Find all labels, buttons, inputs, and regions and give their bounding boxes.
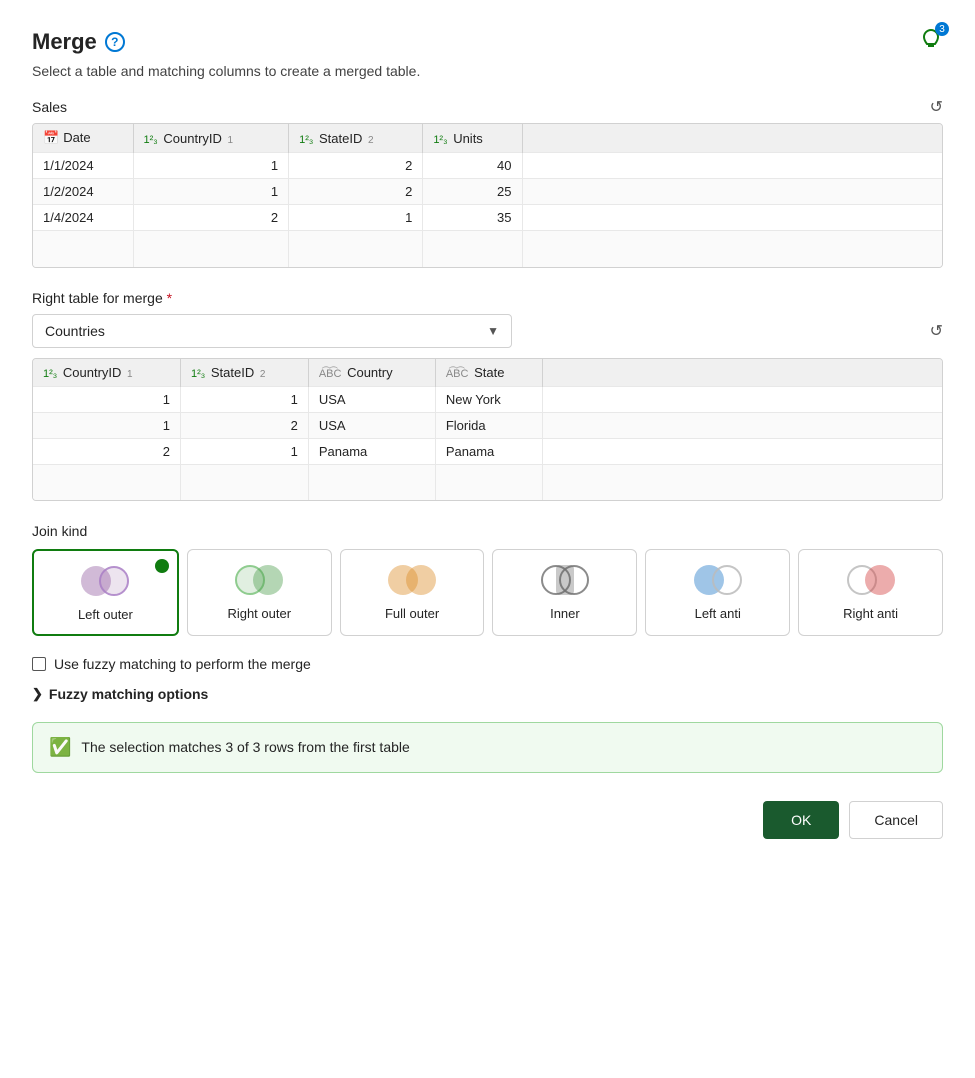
join-label-full-outer: Full outer [385,606,439,623]
join-label-right-outer: Right outer [227,606,291,623]
join-label-left-anti: Left anti [695,606,741,623]
ok-button[interactable]: OK [763,801,839,839]
countries-col-state[interactable]: A͡B͡C State [435,359,542,387]
calendar-icon: 📅 [43,130,59,145]
fuzzy-matching-row: Use fuzzy matching to perform the merge [32,656,943,672]
join-card-right-anti[interactable]: Right anti [798,549,943,636]
countries-table-wrapper: 1²₃ CountryID 1 1²₃ StateID 2 A͡B͡C Coun… [32,358,943,502]
join-label-left-outer: Left outer [78,607,133,624]
table-row: 1/1/2024 1 2 40 [33,153,942,179]
sales-refresh-icon[interactable]: ↺ [930,97,943,117]
sales-col-empty [522,124,942,153]
right-table-label: Right table for merge * [32,290,943,306]
page-title: Merge [32,29,97,55]
sales-col-stateid[interactable]: 1²₃ StateID 2 [289,124,423,153]
chevron-down-icon: ▼ [487,324,499,338]
success-message-box: ✅ The selection matches 3 of 3 rows from… [32,722,943,773]
subtitle: Select a table and matching columns to c… [32,63,943,79]
dropdown-wrapper: Countries ▼ ↺ [32,314,943,348]
sales-col-date[interactable]: 📅Date [33,124,133,153]
sales-table-wrapper: 📅Date 1²₃ CountryID 1 1²₃ StateID 2 1²₃ … [32,123,943,268]
123-icon-3: 1²₃ [433,134,447,146]
countries-col-countryid[interactable]: 1²₃ CountryID 1 [33,359,181,387]
badge-count: 3 [935,22,949,36]
radio-selected-dot [155,559,169,573]
join-kind-label: Join kind [32,523,943,539]
join-card-inner[interactable]: Inner [492,549,637,636]
join-label-inner: Inner [550,606,580,623]
123-icon-5: 1²₃ [191,368,205,380]
fuzzy-options-label: Fuzzy matching options [49,686,208,702]
dialog-header: Merge ? 3 [32,28,943,55]
table-row-empty [33,231,942,267]
sales-col-countryid[interactable]: 1²₃ CountryID 1 [133,124,289,153]
right-table-dropdown[interactable]: Countries ▼ [32,314,512,348]
fuzzy-options-toggle[interactable]: ❯ Fuzzy matching options [32,686,943,702]
join-card-full-outer[interactable]: Full outer [340,549,485,636]
venn-left-anti [690,562,746,598]
countries-col-empty [542,359,942,387]
countries-col-country[interactable]: A͡B͡C Country [308,359,435,387]
countries-col-stateid[interactable]: 1²₃ StateID 2 [181,359,309,387]
venn-right-outer [231,562,287,598]
123-icon-4: 1²₃ [43,368,57,380]
abc-icon-2: A͡B͡C [446,368,469,380]
footer-buttons: OK Cancel [32,801,943,839]
join-card-right-outer[interactable]: Right outer [187,549,332,636]
table-row: 1/4/2024 2 1 35 [33,205,942,231]
join-card-left-outer[interactable]: Left outer [32,549,179,636]
fuzzy-matching-label: Use fuzzy matching to perform the merge [54,656,311,672]
venn-left-outer [77,563,133,599]
venn-full-outer [384,562,440,598]
notification-icon[interactable]: 3 [919,28,943,55]
title-group: Merge ? [32,29,125,55]
success-check-icon: ✅ [49,737,71,758]
venn-inner [537,562,593,598]
join-card-left-anti[interactable]: Left anti [645,549,790,636]
chevron-right-icon: ❯ [32,686,43,702]
table-row: 1 2 USA Florida [33,412,942,438]
table-row: 2 1 Panama Panama [33,438,942,464]
help-icon[interactable]: ? [105,32,125,52]
table-row-empty [33,464,942,500]
fuzzy-matching-checkbox[interactable] [32,657,46,671]
join-kind-cards: Left outer Right outer Full outer Inner … [32,549,943,636]
right-table-refresh-icon[interactable]: ↺ [930,321,943,341]
123-icon-2: 1²₃ [299,134,313,146]
success-message-text: The selection matches 3 of 3 rows from t… [81,739,409,755]
dropdown-value: Countries [45,323,105,339]
venn-right-anti [843,562,899,598]
table-row: 1/2/2024 1 2 25 [33,179,942,205]
countries-table: 1²₃ CountryID 1 1²₃ StateID 2 A͡B͡C Coun… [33,359,942,501]
table-row: 1 1 USA New York [33,386,942,412]
123-icon: 1²₃ [144,134,158,146]
cancel-button[interactable]: Cancel [849,801,943,839]
sales-col-units[interactable]: 1²₃ Units [423,124,522,153]
sales-section-label: Sales ↺ [32,97,943,117]
required-star: * [167,290,172,306]
join-label-right-anti: Right anti [843,606,898,623]
sales-table: 📅Date 1²₃ CountryID 1 1²₃ StateID 2 1²₃ … [33,124,942,267]
abc-icon: A͡B͡C [319,368,342,380]
